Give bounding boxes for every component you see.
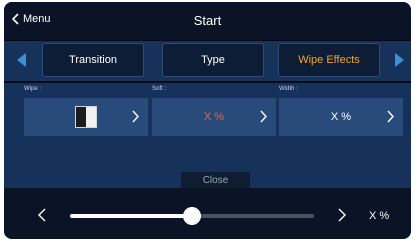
tab-prev-arrow-icon[interactable] <box>17 53 26 67</box>
chevron-right-icon <box>260 110 267 123</box>
slider-bar: X % <box>4 188 411 239</box>
wipe-selector[interactable] <box>24 98 148 136</box>
slider-decrease-chevron-icon[interactable] <box>38 208 46 222</box>
width-selector[interactable]: X % <box>279 98 403 136</box>
soft-value: X % <box>203 111 225 123</box>
width-label: Width : <box>279 86 298 92</box>
soft-label: Soft : <box>152 86 167 92</box>
soft-selector[interactable]: X % <box>152 98 276 136</box>
slider-fill <box>70 214 192 218</box>
close-button[interactable]: Close <box>181 172 250 188</box>
page-title: Start <box>193 13 222 28</box>
header-bar: Menu Start <box>4 2 411 40</box>
chevron-right-icon <box>387 110 394 123</box>
tab-next-arrow-icon[interactable] <box>395 53 404 67</box>
tab-type[interactable]: Type <box>162 43 264 77</box>
wipe-label: Wipe : <box>24 86 42 92</box>
tab-wipe-effects[interactable]: Wipe Effects <box>278 43 380 77</box>
tab-strip: Transition Type Wipe Effects <box>4 41 411 81</box>
tab-transition[interactable]: Transition <box>42 43 144 77</box>
slider-value: X % <box>369 210 390 222</box>
width-value: X % <box>330 111 352 123</box>
wipe-pattern-icon <box>75 106 97 128</box>
slider-thumb[interactable] <box>183 207 201 225</box>
chevron-right-icon <box>132 110 139 123</box>
screen: Menu Start Transition Type Wipe Effects … <box>4 2 411 239</box>
slider-increase-chevron-icon[interactable] <box>338 208 346 222</box>
